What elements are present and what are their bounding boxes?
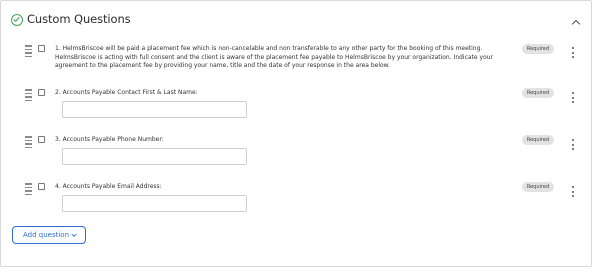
- required-badge: Required: [522, 135, 554, 145]
- question-checkbox[interactable]: [38, 45, 45, 52]
- section-title: Custom Questions: [27, 12, 131, 26]
- drag-handle-icon[interactable]: [25, 183, 33, 195]
- more-options-icon[interactable]: [571, 92, 575, 103]
- answer-field[interactable]: [62, 148, 247, 165]
- custom-questions-panel: Custom Questions 1. HelmsBriscoe will be…: [0, 0, 592, 267]
- add-question-button[interactable]: Add question: [12, 226, 86, 244]
- section-header[interactable]: Custom Questions: [1, 1, 591, 37]
- drag-handle-icon[interactable]: [25, 89, 33, 101]
- answer-field[interactable]: [62, 195, 247, 212]
- chevron-down-icon: [71, 233, 77, 237]
- question-checkbox[interactable]: [38, 89, 45, 96]
- question-text: 3. Accounts Payable Phone Number:: [55, 136, 164, 143]
- question-text: 1. HelmsBriscoe will be paid a placement…: [55, 45, 494, 69]
- more-options-icon[interactable]: [571, 139, 575, 150]
- chevron-up-icon[interactable]: [571, 13, 583, 25]
- check-circle-icon: [11, 14, 23, 26]
- answer-field[interactable]: [62, 101, 247, 118]
- drag-handle-icon[interactable]: [25, 45, 33, 57]
- more-options-icon[interactable]: [571, 186, 575, 197]
- required-badge: Required: [522, 182, 554, 192]
- question-checkbox[interactable]: [38, 136, 45, 143]
- question-text: 4. Accounts Payable Email Address:: [55, 183, 162, 190]
- required-badge: Required: [522, 88, 554, 98]
- more-options-icon[interactable]: [571, 47, 575, 58]
- required-badge: Required: [522, 44, 554, 54]
- drag-handle-icon[interactable]: [25, 136, 33, 148]
- question-text: 2. Accounts Payable Contact First & Last…: [55, 89, 198, 96]
- question-checkbox[interactable]: [38, 183, 45, 190]
- add-question-label: Add question: [23, 231, 70, 239]
